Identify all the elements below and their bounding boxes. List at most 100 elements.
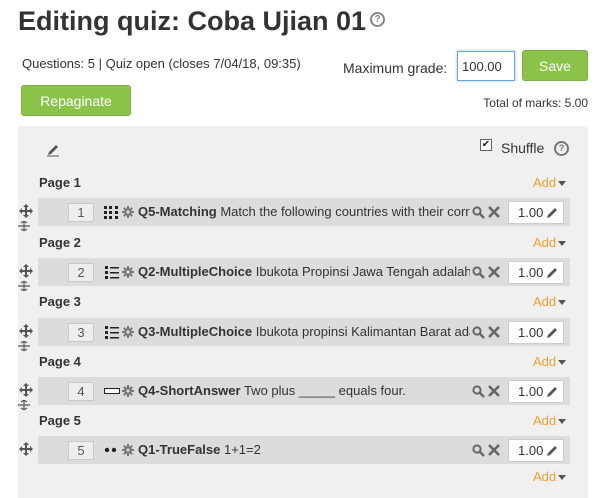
question-name: Q4-ShortAnswer [138,383,241,398]
move-icon[interactable] [19,442,33,456]
multichoice-icon [105,326,119,339]
page-label: Page 1 [39,175,81,190]
question-row: 1 Q5-Matching Match the following countr… [38,198,570,226]
save-button[interactable]: Save [522,50,588,81]
reorder-icon[interactable] [17,281,31,291]
page-label: Page 5 [39,413,81,428]
reorder-icon[interactable] [17,221,31,231]
shortanswer-icon [104,388,120,394]
max-mark-value: 1.00 [518,265,544,280]
caret-down-icon [558,360,567,366]
move-icon[interactable] [19,264,33,278]
preview-magnifier-icon[interactable] [472,385,485,398]
edit-mark-pencil-icon[interactable] [546,326,559,339]
caret-down-icon [558,475,567,481]
question-number: 1 [68,203,94,222]
add-label: Add [533,235,557,250]
question-text[interactable]: Q5-Matching Match the following countrie… [138,204,470,222]
page-label: Page 3 [39,294,81,309]
edit-mark-pencil-icon[interactable] [546,444,559,457]
question-row: 2 Q2-MultipleChoice Ibukota Propinsi Jaw… [38,258,570,286]
preview-magnifier-icon[interactable] [472,206,485,219]
max-grade-input[interactable] [457,51,515,81]
question-text[interactable]: Q4-ShortAnswer Two plus _____ equals fou… [138,383,470,401]
edit-pencil-icon[interactable] [46,143,60,157]
page-title-text: Editing quiz: Coba Ujian 01 [18,6,367,36]
preview-magnifier-icon[interactable] [472,326,485,339]
gear-icon[interactable] [122,326,134,338]
max-mark-field[interactable]: 1.00 [508,380,564,403]
shuffle-checkbox[interactable]: ✔ [480,139,492,151]
move-icon[interactable] [19,383,33,397]
move-icon[interactable] [19,324,33,338]
preview-magnifier-icon[interactable] [472,266,485,279]
add-menu[interactable]: Add [533,235,567,250]
add-label: Add [533,413,557,428]
question-row: 3 Q3-MultipleChoice Ibukota propinsi Kal… [38,318,570,346]
question-number: 3 [68,323,94,342]
question-number: 4 [68,382,94,401]
delete-icon[interactable] [488,385,500,397]
move-icon[interactable] [19,204,33,218]
max-mark-value: 1.00 [518,443,544,458]
max-mark-value: 1.00 [518,384,544,399]
page-label: Page 2 [39,235,81,250]
total-marks: Total of marks: 5.00 [483,96,588,110]
page-label: Page 4 [39,354,81,369]
add-menu[interactable]: Add [533,294,567,309]
question-name: Q5-Matching [138,204,217,219]
add-menu[interactable]: Add [533,175,567,190]
question-circle-icon[interactable]: ? [370,12,386,28]
add-menu[interactable]: Add [533,469,567,484]
quiz-status: Questions: 5 | Quiz open (closes 7/04/18… [22,56,301,71]
gear-icon[interactable] [122,444,134,456]
max-mark-field[interactable]: 1.00 [508,321,564,344]
delete-icon[interactable] [488,444,500,456]
gear-icon[interactable] [122,385,134,397]
max-mark-field[interactable]: 1.00 [508,439,564,462]
preview-magnifier-icon[interactable] [472,444,485,457]
question-name: Q3-MultipleChoice [138,324,253,339]
question-name: Q2-MultipleChoice [138,264,253,279]
reorder-icon[interactable] [17,341,31,351]
gear-icon[interactable] [122,266,134,278]
max-mark-field[interactable]: 1.00 [508,201,564,224]
delete-icon[interactable] [488,326,500,338]
question-snippet: 1+1=2 [220,442,261,457]
caret-down-icon [558,300,567,306]
add-label: Add [533,469,557,484]
max-grade-label: Maximum grade: [343,60,448,76]
edit-mark-pencil-icon[interactable] [546,385,559,398]
add-label: Add [533,175,557,190]
question-snippet: Ibukota propinsi Kalimantan Barat adalah [252,324,470,339]
question-name: Q1-TrueFalse [138,442,221,457]
add-menu[interactable]: Add [533,354,567,369]
max-mark-value: 1.00 [518,205,544,220]
question-text[interactable]: Q2-MultipleChoice Ibukota Propinsi Jawa … [138,264,470,282]
caret-down-icon [558,419,567,425]
edit-mark-pencil-icon[interactable] [546,206,559,219]
question-snippet: Ibukota Propinsi Jawa Tengah adalah [252,264,470,279]
add-menu[interactable]: Add [533,413,567,428]
repaginate-button[interactable]: Repaginate [21,85,131,116]
caret-down-icon [558,241,567,247]
truefalse-icon [104,447,117,453]
question-text[interactable]: Q3-MultipleChoice Ibukota propinsi Kalim… [138,324,470,342]
question-row: 5 Q1-TrueFalse 1+1=2 1.00 [38,436,570,464]
edit-mark-pencil-icon[interactable] [546,266,559,279]
caret-down-icon [558,181,567,187]
question-row: 4 Q4-ShortAnswer Two plus _____ equals f… [38,377,570,405]
max-mark-field[interactable]: 1.00 [508,261,564,284]
question-snippet: Two plus _____ equals four. [240,383,406,398]
shuffle-help-icon[interactable]: ? [554,141,569,156]
page-title: Editing quiz: Coba Ujian 01? [18,6,386,37]
question-text[interactable]: Q1-TrueFalse 1+1=2 [138,442,470,460]
delete-icon[interactable] [488,206,500,218]
delete-icon[interactable] [488,266,500,278]
gear-icon[interactable] [122,206,134,218]
multichoice-icon [105,266,119,279]
question-snippet: Match the following countries with their… [220,204,470,219]
shuffle-label: Shuffle [501,140,545,156]
reorder-icon[interactable] [17,400,31,410]
add-label: Add [533,354,557,369]
